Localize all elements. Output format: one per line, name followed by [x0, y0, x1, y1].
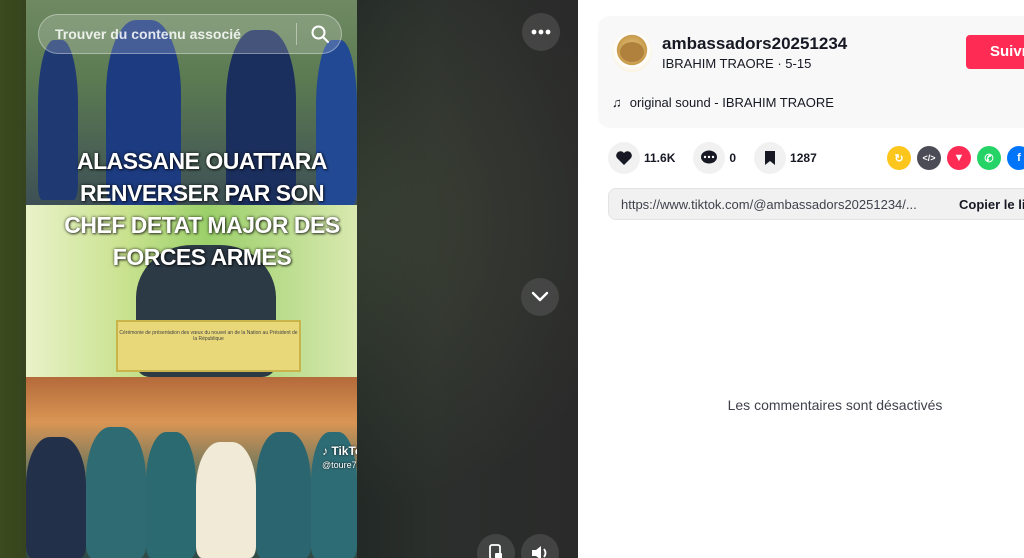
ceremony-plaque: Cérémonie de présentation des vœux du no…: [116, 320, 301, 372]
search-input[interactable]: Trouver du contenu associé: [55, 26, 296, 42]
author-subline: IBRAHIM TRAORE · 5-15: [662, 56, 811, 71]
volume-button[interactable]: [521, 534, 559, 558]
like-count: 11.6K: [644, 151, 676, 165]
comment-button[interactable]: 0: [693, 142, 736, 174]
post-date: 5-15: [785, 56, 812, 71]
more-dots-icon: [531, 29, 551, 35]
tiktok-watermark: ♪ TikTok @toure7638: [322, 444, 357, 470]
embed-icon[interactable]: </>: [917, 146, 941, 170]
action-bar: 11.6K 0 1287: [608, 142, 835, 174]
video-url[interactable]: https://www.tiktok.com/@ambassadors20251…: [621, 197, 917, 212]
video-scene-group: [26, 377, 357, 558]
comments-disabled-message: Les commentaires sont désactivés: [727, 397, 943, 413]
author-card: ambassadors20251234 IBRAHIM TRAORE · 5-1…: [598, 16, 1024, 128]
bookmark-icon: [754, 142, 787, 174]
avatar[interactable]: [612, 32, 652, 72]
heart-icon: [608, 142, 640, 174]
search-icon[interactable]: [305, 19, 335, 49]
tiktok-logo-icon: ♪: [322, 444, 328, 458]
more-options-button[interactable]: [522, 13, 560, 51]
repost-icon[interactable]: ↻: [887, 146, 911, 170]
like-button[interactable]: 11.6K: [608, 142, 675, 174]
floating-player-icon: [489, 544, 502, 558]
comment-icon: [693, 142, 726, 174]
video-caption-overlay: ALASSANE OUATTARA RENVERSER PAR SON CHEF…: [26, 145, 378, 273]
volume-icon: [532, 546, 547, 558]
caption-line: FORCES ARMES: [112, 244, 292, 270]
caption-line: ALASSANE OUATTARA: [76, 148, 328, 174]
save-button[interactable]: 1287: [754, 142, 817, 174]
author-username[interactable]: ambassadors20251234: [662, 34, 847, 54]
facebook-icon[interactable]: f: [1007, 146, 1024, 170]
watermark-user: @toure7638: [322, 460, 357, 470]
share-icons: ↻ </> ▼ ✆ f: [887, 146, 1024, 170]
video-player[interactable]: Cérémonie de présentation des vœux du no…: [26, 0, 357, 558]
copy-link-button[interactable]: Copier le lien: [959, 197, 1024, 212]
search-divider: [296, 23, 297, 45]
sound-link[interactable]: ♫ original sound - IBRAHIM TRAORE: [612, 95, 834, 110]
floating-player-button[interactable]: [477, 534, 515, 558]
follow-button[interactable]: Suivre: [966, 35, 1024, 69]
music-note-icon: ♫: [612, 95, 622, 110]
caption-line: CHEF DETAT MAJOR DES: [64, 212, 340, 238]
search-bar[interactable]: Trouver du contenu associé: [38, 14, 342, 54]
link-box: https://www.tiktok.com/@ambassadors20251…: [608, 188, 1024, 220]
details-panel: ambassadors20251234 IBRAHIM TRAORE · 5-1…: [578, 0, 1024, 558]
caption-line: RENVERSER PAR SON: [79, 180, 325, 206]
chevron-down-icon: [531, 291, 549, 302]
comment-count: 0: [729, 151, 737, 165]
video-area: Cérémonie de présentation des vœux du no…: [0, 0, 578, 558]
whatsapp-icon[interactable]: ✆: [977, 146, 1001, 170]
save-count: 1287: [790, 151, 817, 165]
watermark-brand: TikTok: [331, 444, 357, 458]
send-icon[interactable]: ▼: [947, 146, 971, 170]
subline-separator: ·: [773, 56, 786, 71]
next-video-button[interactable]: [521, 278, 559, 316]
author-display-name: IBRAHIM TRAORE: [662, 56, 774, 71]
sound-label: original sound - IBRAHIM TRAORE: [629, 95, 834, 110]
